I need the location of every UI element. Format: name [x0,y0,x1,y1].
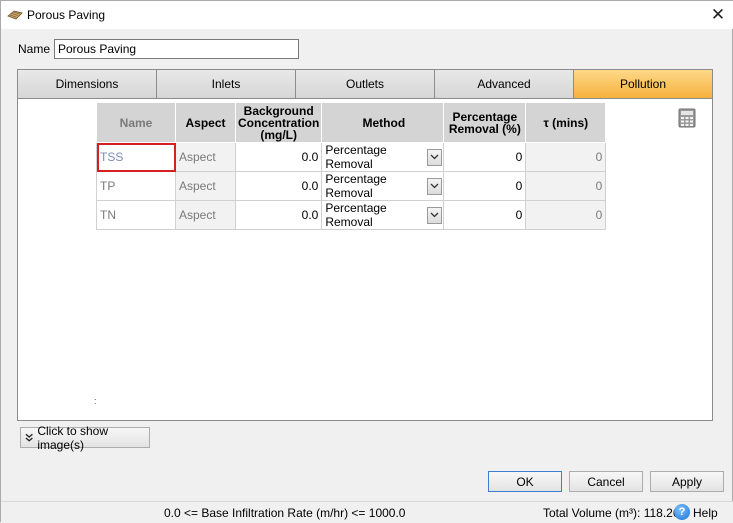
header-method[interactable]: Method [321,102,445,143]
cell-aspect[interactable]: Aspect [175,142,236,172]
method-value: Percentage Removal [325,201,387,229]
pollution-panel: Name Aspect Background Concentration (mg… [17,99,713,421]
cell-percentage-removal[interactable]: 0 [443,171,527,201]
tab-outlets[interactable]: Outlets [296,69,435,99]
cell-percentage-removal[interactable]: 0 [443,142,527,172]
method-dropdown-button[interactable] [426,206,443,224]
tab-strip: Dimensions Inlets Outlets Advanced Pollu… [17,69,713,99]
paving-app-icon [7,10,23,20]
help-icon[interactable]: ? [674,504,690,520]
window-title: Porous Paving [27,8,106,22]
total-volume: Total Volume (m³): 118.263 [543,506,687,520]
cell-tau[interactable]: 0 [525,200,607,230]
grid-header-row: Name Aspect Background Concentration (mg… [96,102,607,143]
cell-name[interactable]: TP [96,171,176,201]
title-bar: Porous Paving ✕ [1,1,733,29]
cell-background-concentration[interactable]: 0.0 [234,171,323,201]
show-images-label: Click to show image(s) [37,423,109,452]
header-percentage-removal[interactable]: Percentage Removal (%) [443,102,527,143]
tab-dimensions[interactable]: Dimensions [17,69,157,99]
cell-tau[interactable]: 0 [525,142,607,172]
cell-percentage-removal[interactable]: 0 [443,200,527,230]
cell-background-concentration[interactable]: 0.0 [234,142,323,172]
apply-button[interactable]: Apply [650,471,724,492]
header-background-concentration[interactable]: Background Concentration (mg/L) [234,102,323,143]
cell-aspect[interactable]: Aspect [175,171,236,201]
header-name[interactable]: Name [96,102,176,143]
table-row: TN Aspect 0.0 Percentage Removal 0 0 [96,200,607,230]
pollution-grid: Name Aspect Background Concentration (mg… [96,102,607,230]
tab-pollution[interactable]: Pollution [574,69,713,99]
ok-button[interactable]: OK [488,471,562,492]
header-aspect[interactable]: Aspect [175,102,236,143]
help-link[interactable]: Help [693,506,718,520]
name-input[interactable] [54,39,299,59]
name-label: Name [18,42,51,56]
method-value: Percentage Removal [325,172,387,200]
status-bar: 0.0 <= Base Infiltration Rate (m/hr) <= … [1,501,733,523]
method-value: Percentage Removal [325,143,387,171]
header-tau[interactable]: τ (mins) [525,102,607,143]
chevron-down-icon [430,212,439,218]
table-row: TP Aspect 0.0 Percentage Removal 0 0 [96,171,607,201]
calculator-icon[interactable] [678,108,696,128]
method-dropdown-button[interactable] [426,177,443,195]
close-button[interactable]: ✕ [702,1,733,29]
chevron-down-icon [430,183,439,189]
tab-inlets[interactable]: Inlets [157,69,296,99]
cell-name[interactable]: TN [96,200,176,230]
cell-aspect[interactable]: Aspect [175,200,236,230]
panel-marker: : [94,396,97,406]
close-icon: ✕ [710,5,726,24]
cell-method[interactable]: Percentage Removal [321,200,445,230]
porous-paving-dialog: Porous Paving ✕ Name Dimensions Inlets O… [0,0,733,523]
cell-method[interactable]: Percentage Removal [321,142,445,172]
cell-method[interactable]: Percentage Removal [321,171,445,201]
infiltration-rate-range: 0.0 <= Base Infiltration Rate (m/hr) <= … [164,506,406,520]
chevron-down-icon [430,154,439,160]
cell-background-concentration[interactable]: 0.0 [234,200,323,230]
table-row: TSS Aspect 0.0 Percentage Removal 0 0 [96,142,607,172]
tab-advanced[interactable]: Advanced [435,69,574,99]
show-images-button[interactable]: Click to show image(s) [20,424,150,452]
cell-name[interactable]: TSS [96,142,176,172]
cell-tau[interactable]: 0 [525,171,607,201]
method-dropdown-button[interactable] [426,148,443,166]
double-chevron-down-icon [25,433,33,442]
cancel-button[interactable]: Cancel [569,471,643,492]
